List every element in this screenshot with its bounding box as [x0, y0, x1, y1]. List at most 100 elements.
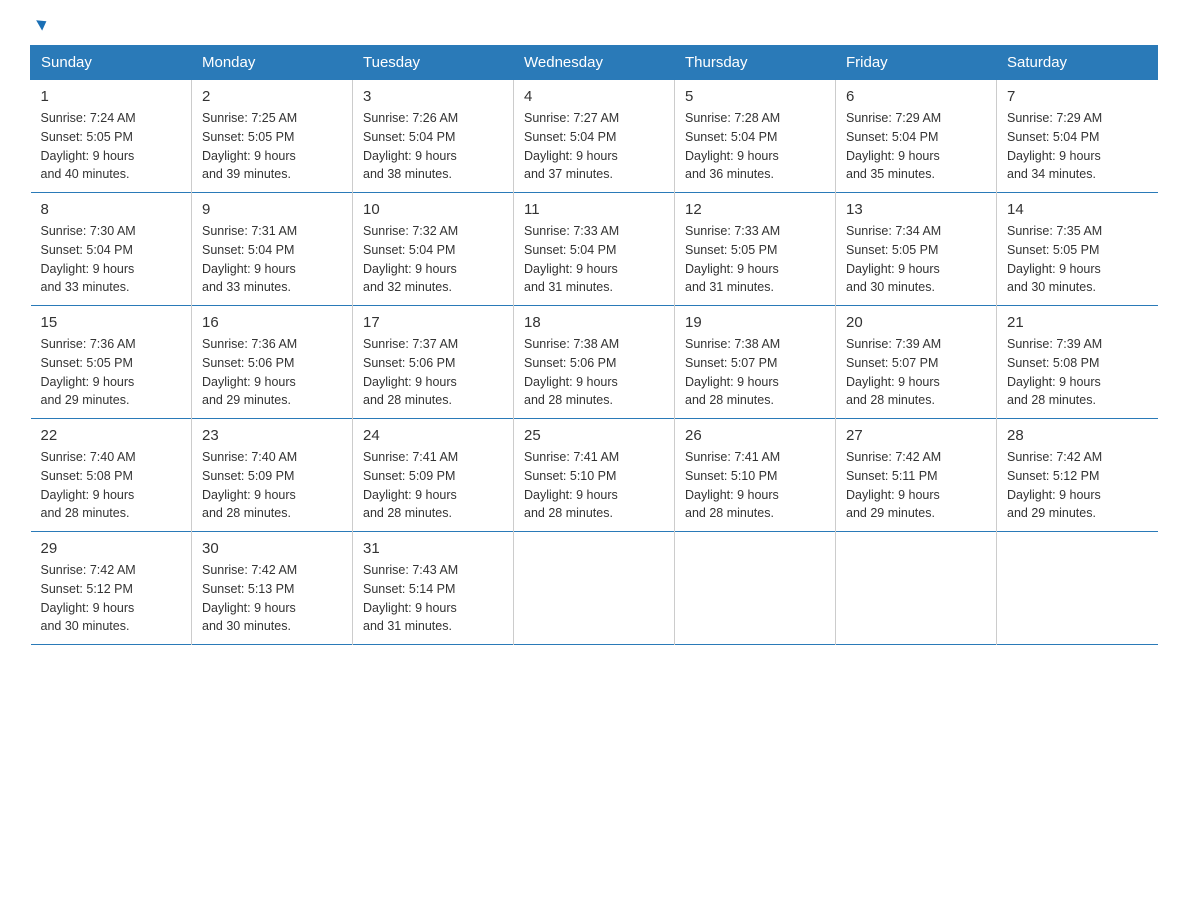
day-info: Sunrise: 7:30 AMSunset: 5:04 PMDaylight:… — [41, 222, 182, 297]
day-number: 20 — [846, 314, 986, 331]
day-cell: 16 Sunrise: 7:36 AMSunset: 5:06 PMDaylig… — [192, 306, 353, 419]
day-number: 7 — [1007, 88, 1148, 105]
day-cell: 31 Sunrise: 7:43 AMSunset: 5:14 PMDaylig… — [353, 532, 514, 645]
day-info: Sunrise: 7:29 AMSunset: 5:04 PMDaylight:… — [846, 109, 986, 184]
day-cell: 20 Sunrise: 7:39 AMSunset: 5:07 PMDaylig… — [836, 306, 997, 419]
day-info: Sunrise: 7:41 AMSunset: 5:10 PMDaylight:… — [524, 448, 664, 523]
day-info: Sunrise: 7:38 AMSunset: 5:07 PMDaylight:… — [685, 335, 825, 410]
day-cell: 21 Sunrise: 7:39 AMSunset: 5:08 PMDaylig… — [997, 306, 1158, 419]
day-number: 17 — [363, 314, 503, 331]
day-number: 21 — [1007, 314, 1148, 331]
day-info: Sunrise: 7:38 AMSunset: 5:06 PMDaylight:… — [524, 335, 664, 410]
day-cell: 5 Sunrise: 7:28 AMSunset: 5:04 PMDayligh… — [675, 80, 836, 193]
day-info: Sunrise: 7:42 AMSunset: 5:11 PMDaylight:… — [846, 448, 986, 523]
day-number: 16 — [202, 314, 342, 331]
day-cell: 2 Sunrise: 7:25 AMSunset: 5:05 PMDayligh… — [192, 80, 353, 193]
day-info: Sunrise: 7:43 AMSunset: 5:14 PMDaylight:… — [363, 561, 503, 636]
day-number: 8 — [41, 201, 182, 218]
day-cell: 25 Sunrise: 7:41 AMSunset: 5:10 PMDaylig… — [514, 419, 675, 532]
day-cell — [514, 532, 675, 645]
day-number: 15 — [41, 314, 182, 331]
day-info: Sunrise: 7:35 AMSunset: 5:05 PMDaylight:… — [1007, 222, 1148, 297]
day-cell: 4 Sunrise: 7:27 AMSunset: 5:04 PMDayligh… — [514, 80, 675, 193]
day-info: Sunrise: 7:36 AMSunset: 5:06 PMDaylight:… — [202, 335, 342, 410]
day-cell: 11 Sunrise: 7:33 AMSunset: 5:04 PMDaylig… — [514, 193, 675, 306]
day-number: 30 — [202, 540, 342, 557]
day-number: 13 — [846, 201, 986, 218]
header-row: SundayMondayTuesdayWednesdayThursdayFrid… — [31, 46, 1158, 80]
day-number: 27 — [846, 427, 986, 444]
day-info: Sunrise: 7:40 AMSunset: 5:08 PMDaylight:… — [41, 448, 182, 523]
day-number: 4 — [524, 88, 664, 105]
day-cell: 22 Sunrise: 7:40 AMSunset: 5:08 PMDaylig… — [31, 419, 192, 532]
day-info: Sunrise: 7:41 AMSunset: 5:09 PMDaylight:… — [363, 448, 503, 523]
day-cell: 28 Sunrise: 7:42 AMSunset: 5:12 PMDaylig… — [997, 419, 1158, 532]
day-info: Sunrise: 7:33 AMSunset: 5:04 PMDaylight:… — [524, 222, 664, 297]
day-info: Sunrise: 7:37 AMSunset: 5:06 PMDaylight:… — [363, 335, 503, 410]
logo-arrow-icon: ► — [31, 10, 55, 37]
day-cell — [997, 532, 1158, 645]
day-number: 11 — [524, 201, 664, 218]
day-header-sunday: Sunday — [31, 46, 192, 80]
day-header-saturday: Saturday — [997, 46, 1158, 80]
day-number: 9 — [202, 201, 342, 218]
day-cell: 17 Sunrise: 7:37 AMSunset: 5:06 PMDaylig… — [353, 306, 514, 419]
day-number: 12 — [685, 201, 825, 218]
day-cell: 14 Sunrise: 7:35 AMSunset: 5:05 PMDaylig… — [997, 193, 1158, 306]
day-header-monday: Monday — [192, 46, 353, 80]
day-number: 5 — [685, 88, 825, 105]
day-cell: 7 Sunrise: 7:29 AMSunset: 5:04 PMDayligh… — [997, 80, 1158, 193]
day-header-thursday: Thursday — [675, 46, 836, 80]
week-row-4: 22 Sunrise: 7:40 AMSunset: 5:08 PMDaylig… — [31, 419, 1158, 532]
day-cell: 29 Sunrise: 7:42 AMSunset: 5:12 PMDaylig… — [31, 532, 192, 645]
day-info: Sunrise: 7:33 AMSunset: 5:05 PMDaylight:… — [685, 222, 825, 297]
day-info: Sunrise: 7:39 AMSunset: 5:07 PMDaylight:… — [846, 335, 986, 410]
week-row-2: 8 Sunrise: 7:30 AMSunset: 5:04 PMDayligh… — [31, 193, 1158, 306]
day-number: 19 — [685, 314, 825, 331]
day-number: 31 — [363, 540, 503, 557]
day-info: Sunrise: 7:39 AMSunset: 5:08 PMDaylight:… — [1007, 335, 1148, 410]
day-info: Sunrise: 7:42 AMSunset: 5:13 PMDaylight:… — [202, 561, 342, 636]
day-number: 24 — [363, 427, 503, 444]
day-info: Sunrise: 7:24 AMSunset: 5:05 PMDaylight:… — [41, 109, 182, 184]
day-number: 14 — [1007, 201, 1148, 218]
day-cell: 13 Sunrise: 7:34 AMSunset: 5:05 PMDaylig… — [836, 193, 997, 306]
day-cell — [675, 532, 836, 645]
day-cell: 3 Sunrise: 7:26 AMSunset: 5:04 PMDayligh… — [353, 80, 514, 193]
day-number: 3 — [363, 88, 503, 105]
day-info: Sunrise: 7:28 AMSunset: 5:04 PMDaylight:… — [685, 109, 825, 184]
day-info: Sunrise: 7:27 AMSunset: 5:04 PMDaylight:… — [524, 109, 664, 184]
day-number: 18 — [524, 314, 664, 331]
week-row-3: 15 Sunrise: 7:36 AMSunset: 5:05 PMDaylig… — [31, 306, 1158, 419]
day-cell: 18 Sunrise: 7:38 AMSunset: 5:06 PMDaylig… — [514, 306, 675, 419]
logo: ► — [30, 20, 53, 35]
day-number: 28 — [1007, 427, 1148, 444]
day-info: Sunrise: 7:41 AMSunset: 5:10 PMDaylight:… — [685, 448, 825, 523]
day-header-tuesday: Tuesday — [353, 46, 514, 80]
day-info: Sunrise: 7:40 AMSunset: 5:09 PMDaylight:… — [202, 448, 342, 523]
day-cell: 26 Sunrise: 7:41 AMSunset: 5:10 PMDaylig… — [675, 419, 836, 532]
day-info: Sunrise: 7:42 AMSunset: 5:12 PMDaylight:… — [1007, 448, 1148, 523]
day-number: 29 — [41, 540, 182, 557]
day-cell: 15 Sunrise: 7:36 AMSunset: 5:05 PMDaylig… — [31, 306, 192, 419]
day-cell: 1 Sunrise: 7:24 AMSunset: 5:05 PMDayligh… — [31, 80, 192, 193]
day-header-wednesday: Wednesday — [514, 46, 675, 80]
day-cell: 23 Sunrise: 7:40 AMSunset: 5:09 PMDaylig… — [192, 419, 353, 532]
day-cell: 8 Sunrise: 7:30 AMSunset: 5:04 PMDayligh… — [31, 193, 192, 306]
day-info: Sunrise: 7:26 AMSunset: 5:04 PMDaylight:… — [363, 109, 503, 184]
day-header-friday: Friday — [836, 46, 997, 80]
day-cell — [836, 532, 997, 645]
day-cell: 24 Sunrise: 7:41 AMSunset: 5:09 PMDaylig… — [353, 419, 514, 532]
page-header: ► — [30, 20, 1158, 35]
calendar-table: SundayMondayTuesdayWednesdayThursdayFrid… — [30, 45, 1158, 645]
day-cell: 9 Sunrise: 7:31 AMSunset: 5:04 PMDayligh… — [192, 193, 353, 306]
day-number: 2 — [202, 88, 342, 105]
week-row-1: 1 Sunrise: 7:24 AMSunset: 5:05 PMDayligh… — [31, 80, 1158, 193]
day-info: Sunrise: 7:29 AMSunset: 5:04 PMDaylight:… — [1007, 109, 1148, 184]
day-info: Sunrise: 7:31 AMSunset: 5:04 PMDaylight:… — [202, 222, 342, 297]
day-number: 23 — [202, 427, 342, 444]
day-cell: 12 Sunrise: 7:33 AMSunset: 5:05 PMDaylig… — [675, 193, 836, 306]
day-cell: 6 Sunrise: 7:29 AMSunset: 5:04 PMDayligh… — [836, 80, 997, 193]
day-cell: 10 Sunrise: 7:32 AMSunset: 5:04 PMDaylig… — [353, 193, 514, 306]
day-info: Sunrise: 7:32 AMSunset: 5:04 PMDaylight:… — [363, 222, 503, 297]
